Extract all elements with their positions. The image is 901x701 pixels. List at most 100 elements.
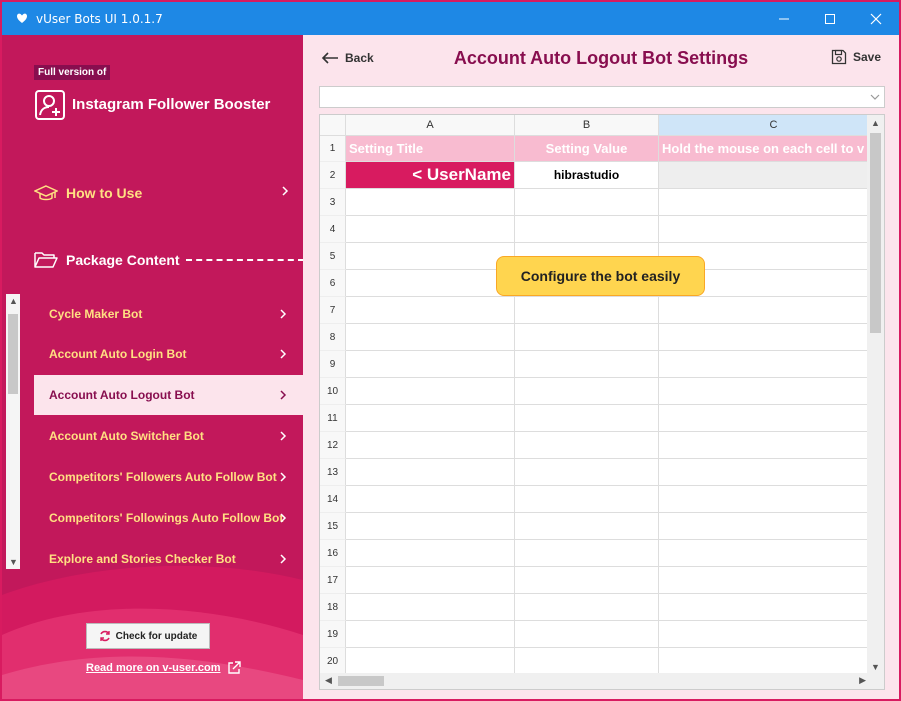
hint-header[interactable]: Hold the mouse on each cell to v	[659, 136, 868, 162]
row-header[interactable]: 15	[320, 513, 346, 540]
setting-value-header[interactable]: Setting Value	[515, 136, 659, 162]
save-button[interactable]: Save	[831, 49, 881, 65]
row-header[interactable]: 19	[320, 621, 346, 648]
column-header-a[interactable]: A	[346, 115, 515, 136]
scrollbar-thumb[interactable]	[8, 314, 18, 394]
grid-cell[interactable]	[659, 432, 868, 459]
scrollbar-thumb[interactable]	[870, 133, 881, 333]
row-header[interactable]: 11	[320, 405, 346, 432]
grid-cell[interactable]	[515, 486, 659, 513]
grid-horizontal-scrollbar[interactable]: ◀ ▶	[320, 673, 884, 689]
sidebar-item-competitors-followers-bot[interactable]: Competitors' Followers Auto Follow Bot	[34, 457, 303, 497]
settings-spreadsheet[interactable]: A B C Setting Title Setting Value Hold t…	[319, 114, 885, 690]
row-header[interactable]: 14	[320, 486, 346, 513]
grid-corner[interactable]	[320, 115, 346, 136]
row-header[interactable]: 13	[320, 459, 346, 486]
grid-cell[interactable]	[659, 567, 868, 594]
close-button[interactable]	[853, 2, 899, 35]
row-header[interactable]: 3	[320, 189, 346, 216]
row-header[interactable]: 17	[320, 567, 346, 594]
grid-cell[interactable]	[515, 405, 659, 432]
grid-cell[interactable]	[346, 378, 515, 405]
row-header[interactable]: 5	[320, 243, 346, 270]
grid-cell[interactable]	[346, 567, 515, 594]
grid-cell[interactable]	[346, 189, 515, 216]
grid-cell[interactable]	[515, 351, 659, 378]
grid-cell[interactable]	[659, 594, 868, 621]
username-value-cell[interactable]: hibrastudio	[515, 162, 659, 189]
grid-cell[interactable]	[346, 405, 515, 432]
grid-cell[interactable]	[346, 216, 515, 243]
grid-cell[interactable]	[515, 621, 659, 648]
grid-cell[interactable]	[515, 189, 659, 216]
grid-cell[interactable]	[346, 297, 515, 324]
row-header[interactable]: 16	[320, 540, 346, 567]
grid-cell[interactable]	[659, 459, 868, 486]
grid-cell[interactable]	[515, 324, 659, 351]
scroll-up-icon[interactable]: ▲	[9, 296, 18, 306]
grid-cell[interactable]	[346, 459, 515, 486]
grid-cell[interactable]	[346, 270, 515, 297]
row-header[interactable]: 20	[320, 648, 346, 675]
grid-cell[interactable]	[346, 486, 515, 513]
grid-cell[interactable]	[515, 432, 659, 459]
row-header[interactable]: 18	[320, 594, 346, 621]
username-title-cell[interactable]: < UserName	[346, 162, 515, 189]
scroll-up-icon[interactable]: ▲	[871, 118, 880, 128]
grid-cell[interactable]	[659, 405, 868, 432]
grid-cell[interactable]	[659, 324, 868, 351]
grid-cell[interactable]	[659, 351, 868, 378]
row-header[interactable]: 6	[320, 270, 346, 297]
row-header[interactable]: 2	[320, 162, 346, 189]
spreadsheet-grid[interactable]: A B C Setting Title Setting Value Hold t…	[320, 115, 868, 675]
package-list-scrollbar[interactable]: ▲ ▼	[6, 294, 20, 569]
scroll-left-icon[interactable]: ◀	[325, 675, 332, 686]
grid-cell[interactable]	[659, 648, 868, 675]
sidebar-item-account-auto-login-bot[interactable]: Account Auto Login Bot	[34, 334, 303, 374]
grid-cell[interactable]	[659, 540, 868, 567]
grid-cell[interactable]	[659, 378, 868, 405]
row-header[interactable]: 1	[320, 136, 346, 162]
grid-cell[interactable]	[515, 540, 659, 567]
column-header-c[interactable]: C	[659, 115, 868, 136]
grid-cell[interactable]	[659, 513, 868, 540]
grid-cell[interactable]	[659, 486, 868, 513]
setting-title-header[interactable]: Setting Title	[346, 136, 515, 162]
grid-cell[interactable]	[515, 567, 659, 594]
how-to-use-link[interactable]: How to Use	[34, 183, 290, 203]
grid-cell[interactable]	[659, 216, 868, 243]
grid-cell[interactable]	[515, 648, 659, 675]
check-for-update-button[interactable]: Check for update	[86, 623, 210, 649]
grid-cell[interactable]	[659, 621, 868, 648]
grid-cell[interactable]	[515, 378, 659, 405]
grid-cell[interactable]	[515, 216, 659, 243]
grid-cell[interactable]	[346, 432, 515, 459]
row-header[interactable]: 7	[320, 297, 346, 324]
grid-cell[interactable]	[659, 297, 868, 324]
grid-vertical-scrollbar[interactable]: ▲ ▼	[867, 115, 884, 675]
maximize-button[interactable]	[807, 2, 853, 35]
sidebar-item-competitors-followings-bot[interactable]: Competitors' Followings Auto Follow Bot	[34, 498, 303, 538]
row-header[interactable]: 12	[320, 432, 346, 459]
grid-cell[interactable]	[346, 540, 515, 567]
row-header[interactable]: 8	[320, 324, 346, 351]
grid-cell[interactable]	[515, 459, 659, 486]
grid-cell[interactable]	[346, 648, 515, 675]
scroll-down-icon[interactable]: ▼	[871, 662, 880, 672]
grid-cell[interactable]	[346, 513, 515, 540]
grid-cell[interactable]	[659, 189, 868, 216]
row-header[interactable]: 10	[320, 378, 346, 405]
grid-cell[interactable]	[346, 621, 515, 648]
grid-cell[interactable]	[515, 594, 659, 621]
scroll-right-icon[interactable]: ▶	[859, 675, 866, 686]
scrollbar-thumb[interactable]	[338, 676, 384, 686]
grid-cell[interactable]	[346, 324, 515, 351]
grid-cell[interactable]	[515, 297, 659, 324]
grid-cell[interactable]	[346, 351, 515, 378]
sidebar-item-cycle-maker-bot[interactable]: Cycle Maker Bot	[34, 294, 303, 334]
grid-cell[interactable]	[346, 594, 515, 621]
sidebar-item-explore-stories-checker-bot[interactable]: Explore and Stories Checker Bot	[34, 539, 303, 579]
grid-cell[interactable]	[515, 513, 659, 540]
settings-dropdown[interactable]	[319, 86, 885, 108]
grid-cell[interactable]	[346, 243, 515, 270]
